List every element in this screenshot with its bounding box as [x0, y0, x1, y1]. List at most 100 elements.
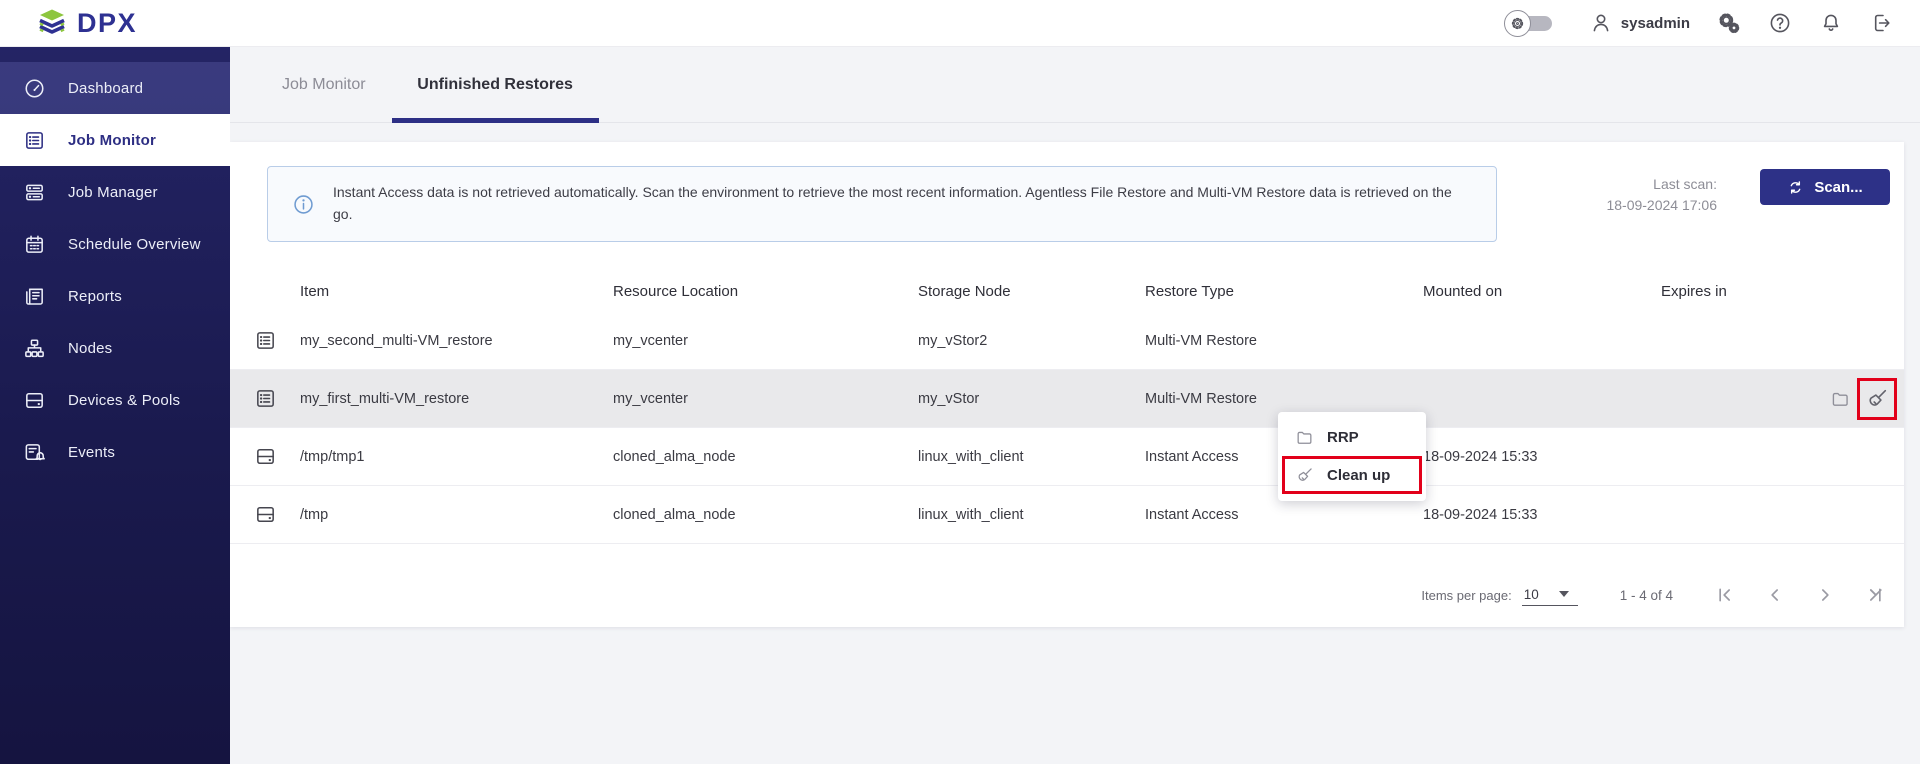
- broom-icon: [1295, 466, 1314, 485]
- dpx-logo: DPX: [0, 7, 137, 39]
- gauge-icon: [23, 77, 46, 100]
- tab-strip: Job Monitor Unfinished Restores: [230, 47, 1920, 123]
- cell-mounted-on: 18-09-2024 15:33: [1423, 506, 1538, 523]
- broom-icon[interactable]: [1865, 387, 1889, 411]
- column-header-expires-in: Expires in: [1661, 282, 1727, 300]
- logout-icon[interactable]: [1870, 11, 1894, 35]
- row-actions: [1830, 486, 1904, 543]
- column-header-item: Item: [300, 282, 330, 300]
- sidebar-item-label: Devices & Pools: [68, 391, 181, 409]
- context-menu-item-rrp[interactable]: RRP: [1278, 419, 1426, 456]
- column-header-mounted-on: Mounted on: [1423, 282, 1503, 300]
- info-banner-text: Instant Access data is not retrieved aut…: [333, 184, 1452, 222]
- multi-vm-icon: [254, 329, 277, 352]
- notifications-bell-icon[interactable]: [1819, 11, 1843, 35]
- gear-icon: [1503, 9, 1531, 37]
- column-header-storage-node: Storage Node: [918, 282, 1011, 300]
- cell-item: my_second_multi-VM_restore: [300, 332, 493, 349]
- items-per-page: Items per page: 10: [1421, 585, 1578, 606]
- sidebar-item-dashboard[interactable]: Dashboard: [0, 62, 230, 114]
- cell-storage-node: my_vStor2: [918, 332, 988, 349]
- dpx-layers-icon: [36, 7, 68, 39]
- context-menu-item-label: RRP: [1327, 429, 1359, 446]
- rrp-folder-icon[interactable]: [1830, 388, 1850, 410]
- column-header-resource-location: Resource Location: [613, 282, 739, 300]
- nodes-icon: [23, 337, 46, 360]
- drive-icon: [254, 445, 277, 468]
- table-row[interactable]: my_second_multi-VM_restore my_vcenter my_v…: [230, 312, 1904, 370]
- row-actions: [1830, 312, 1904, 369]
- sidebar-item-label: Nodes: [68, 339, 113, 357]
- pager-buttons: [1715, 585, 1885, 605]
- next-page-button[interactable]: [1815, 585, 1835, 605]
- context-menu-item-clean-up[interactable]: Clean up: [1282, 456, 1422, 494]
- unfinished-restores-panel: Instant Access data is not retrieved aut…: [230, 142, 1904, 627]
- last-page-button[interactable]: [1865, 585, 1885, 605]
- info-icon: [292, 193, 315, 216]
- cell-restore-type: Instant Access: [1145, 506, 1239, 523]
- cell-restore-type: Multi-VM Restore: [1145, 390, 1257, 407]
- job-manager-icon: [23, 181, 46, 204]
- sidebar-item-label: Dashboard: [68, 79, 144, 97]
- table-body: my_second_multi-VM_restore my_vcenter my_v…: [230, 312, 1904, 544]
- sidebar-item-job-manager[interactable]: Job Manager: [0, 166, 230, 218]
- pagination-range: 1 - 4 of 4: [1619, 587, 1673, 603]
- sidebar-item-reports[interactable]: Reports: [0, 270, 230, 322]
- sidebar-item-label: Reports: [68, 287, 122, 305]
- drive-icon: [23, 389, 46, 412]
- items-per-page-select[interactable]: 10: [1521, 585, 1578, 606]
- sidebar-item-label: Job Monitor: [68, 131, 157, 149]
- cell-item: /tmp/tmp1: [300, 448, 365, 465]
- last-scan-label: Last scan:: [1653, 176, 1717, 192]
- drive-icon: [254, 503, 277, 526]
- row-actions: [1830, 428, 1904, 485]
- table-row[interactable]: my_first_multi-VM_restore my_vcenter my_vS…: [230, 370, 1904, 428]
- row-actions: [1830, 370, 1904, 427]
- table-row[interactable]: /tmp/tmp1 cloned_alma_node linux_with_clie…: [230, 428, 1904, 486]
- tab-unfinished-restores[interactable]: Unfinished Restores: [391, 47, 599, 123]
- first-page-button[interactable]: [1715, 585, 1735, 605]
- admin-gears-icon[interactable]: [1717, 11, 1741, 35]
- sidebar-item-schedule-overview[interactable]: Schedule Overview: [0, 218, 230, 270]
- topbar-actions: sysadmin: [1503, 9, 1920, 37]
- caret-down-icon: [1558, 591, 1569, 597]
- top-bar: DPX sysadmin: [0, 0, 1920, 47]
- username: sysadmin: [1620, 14, 1690, 32]
- pagination: Items per page: 10 1 - 4 of 4: [1421, 570, 1885, 620]
- context-menu: RRP Clean up: [1278, 412, 1426, 501]
- user-menu[interactable]: sysadmin: [1589, 11, 1690, 35]
- scan-button-label: Scan...: [1814, 178, 1863, 196]
- sidebar-item-events[interactable]: Events: [0, 426, 230, 478]
- prev-page-button[interactable]: [1765, 585, 1785, 605]
- info-banner: Instant Access data is not retrieved aut…: [267, 166, 1497, 242]
- events-icon: [23, 441, 46, 464]
- cell-item: /tmp: [300, 506, 329, 523]
- reports-icon: [23, 285, 46, 308]
- sidebar-item-nodes[interactable]: Nodes: [0, 322, 230, 374]
- sidebar-item-label: Events: [68, 443, 116, 461]
- annotation-box: [1857, 377, 1897, 420]
- sidebar: Dashboard Job Monitor Job Manager Schedule …: [0, 47, 230, 764]
- items-per-page-label: Items per page:: [1421, 587, 1512, 603]
- help-icon[interactable]: [1768, 11, 1792, 35]
- table-row[interactable]: /tmp cloned_alma_node linux_with_client Ins…: [230, 486, 1904, 544]
- brand-name: DPX: [77, 7, 138, 38]
- cell-storage-node: linux_with_client: [918, 506, 1024, 523]
- cell-item: my_first_multi-VM_restore: [300, 390, 470, 407]
- sidebar-item-label: Schedule Overview: [68, 235, 201, 253]
- column-header-restore-type: Restore Type: [1145, 282, 1234, 300]
- context-menu-item-label: Clean up: [1327, 466, 1391, 484]
- sidebar-item-job-monitor[interactable]: Job Monitor: [0, 114, 230, 166]
- sidebar-item-devices-pools[interactable]: Devices & Pools: [0, 374, 230, 426]
- last-scan-value: 18-09-2024 17:06: [1606, 197, 1717, 213]
- cell-resource-location: cloned_alma_node: [613, 506, 736, 523]
- multi-vm-icon: [254, 387, 277, 410]
- user-icon: [1589, 11, 1613, 35]
- cell-resource-location: cloned_alma_node: [613, 448, 736, 465]
- job-monitor-icon: [23, 129, 46, 152]
- settings-toggle[interactable]: [1503, 9, 1552, 37]
- refresh-icon: [1787, 179, 1804, 196]
- tab-job-monitor[interactable]: Job Monitor: [280, 47, 368, 122]
- scan-button[interactable]: Scan...: [1760, 169, 1890, 205]
- calendar-icon: [23, 233, 46, 256]
